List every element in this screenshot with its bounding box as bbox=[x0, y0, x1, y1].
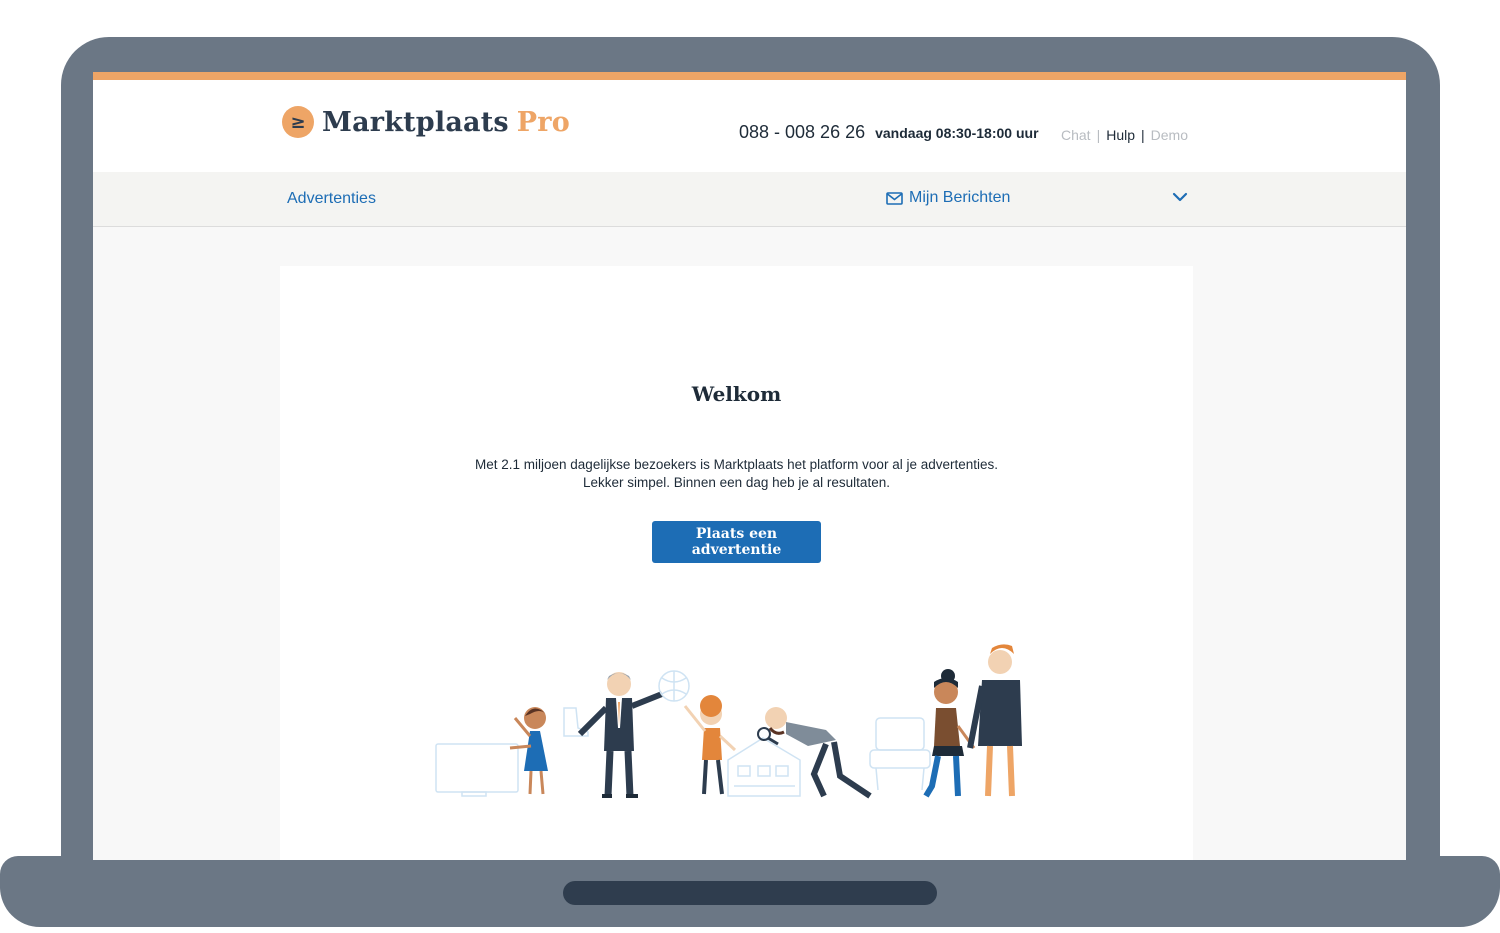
tall-man-figure bbox=[967, 644, 1022, 797]
man-in-suit-figure bbox=[577, 672, 664, 798]
phone-number[interactable]: 088 - 008 26 26 bbox=[739, 122, 865, 143]
logo[interactable]: ≥ Marktplaats Pro bbox=[282, 106, 570, 138]
accent-bar bbox=[93, 72, 1406, 80]
separator: | bbox=[1096, 127, 1101, 143]
page-title: Welkom bbox=[691, 382, 782, 406]
woman-figure bbox=[923, 669, 976, 798]
chair-outline bbox=[869, 717, 931, 791]
demo-link[interactable]: Demo bbox=[1151, 127, 1188, 143]
intro-text: Met 2.1 miljoen dagelijkse bezoekers is … bbox=[280, 456, 1193, 492]
people-illustration bbox=[435, 644, 1022, 799]
girl-figure bbox=[509, 707, 548, 795]
messages-label: Mijn Berichten bbox=[909, 189, 1011, 206]
help-link[interactable]: Hulp bbox=[1106, 127, 1135, 143]
welcome-card: Welkom Met 2.1 miljoen dagelijkse bezoek… bbox=[280, 266, 1193, 860]
chat-link[interactable]: Chat bbox=[1061, 127, 1091, 143]
intro-line-1: Met 2.1 miljoen dagelijkse bezoekers is … bbox=[475, 457, 998, 472]
screen: ≥ Marktplaats Pro 088 - 008 26 26 vandaag… bbox=[93, 72, 1406, 860]
envelope-icon bbox=[886, 191, 903, 205]
ball-outline bbox=[658, 670, 690, 702]
nav-item-advertenties[interactable]: Advertenties bbox=[287, 190, 376, 208]
place-ad-button[interactable]: Plaats een advertentie bbox=[652, 521, 821, 563]
laptop-notch bbox=[563, 881, 937, 905]
logo-suffix: Pro bbox=[516, 106, 570, 138]
logo-name: Marktplaats bbox=[322, 106, 509, 138]
nav-item-messages[interactable]: Mijn Berichten bbox=[886, 189, 1010, 207]
tv-outline bbox=[435, 743, 519, 797]
logo-mark-icon: ≥ bbox=[282, 106, 314, 138]
header: ≥ Marktplaats Pro 088 - 008 26 26 vandaag… bbox=[93, 80, 1406, 172]
chevron-down-icon[interactable] bbox=[1172, 191, 1188, 203]
opening-hours: vandaag 08:30-18:00 uur bbox=[875, 125, 1039, 141]
navbar: Advertenties Mijn Berichten bbox=[93, 172, 1406, 227]
logo-text: Marktplaats Pro bbox=[322, 107, 570, 138]
top-links: Chat | Hulp | Demo bbox=[1061, 127, 1188, 143]
house-outline bbox=[727, 737, 801, 797]
searching-man-figure bbox=[757, 707, 872, 799]
contact-info: 088 - 008 26 26 vandaag 08:30-18:00 uur bbox=[739, 122, 1039, 143]
separator: | bbox=[1141, 127, 1145, 143]
intro-line-2: Lekker simpel. Binnen een dag heb je al … bbox=[583, 475, 890, 490]
